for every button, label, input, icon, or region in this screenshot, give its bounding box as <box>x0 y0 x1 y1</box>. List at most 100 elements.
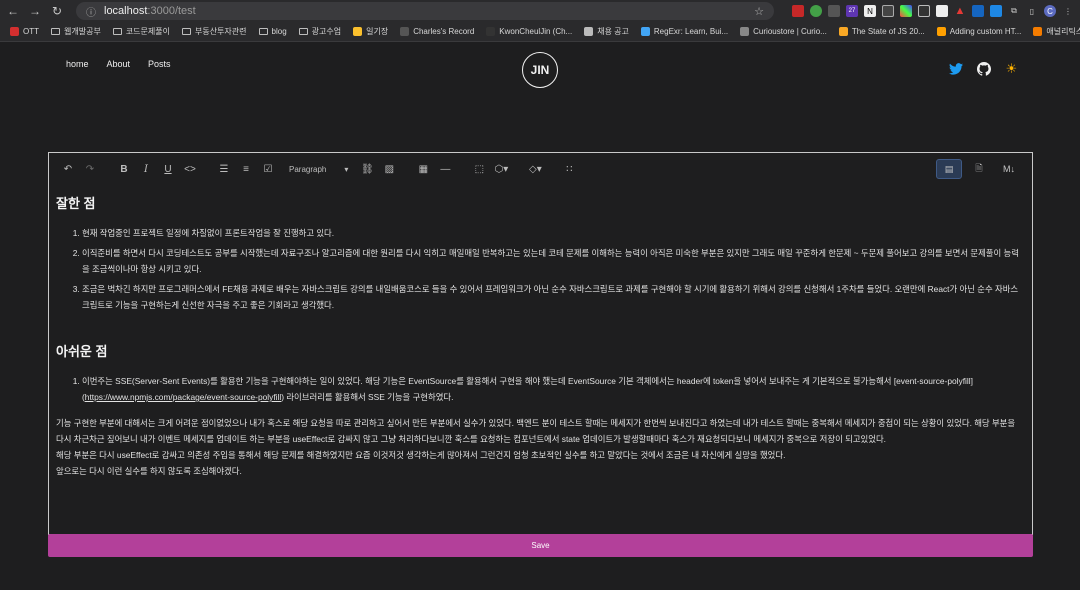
puzzle-icon[interactable]: ⧉ <box>1008 5 1020 17</box>
extensions: 27 N ▲ ⧉ ▯ C ⋮ <box>792 5 1074 17</box>
view-mode-group: ▤ 🗎 M↓ <box>936 159 1022 179</box>
bullet-list-icon[interactable]: ☰ <box>215 159 233 179</box>
bookmark-item[interactable]: 웹개발공부 <box>45 26 107 37</box>
sidebar-icon[interactable]: ▯ <box>1026 5 1038 17</box>
npm-link[interactable]: https://www.npmjs.com/package/event-sour… <box>85 392 281 402</box>
italic-icon[interactable]: I <box>137 159 155 179</box>
github-icon[interactable] <box>976 61 991 76</box>
bookmark-label: 애널리틱스 | 홈 <box>1046 27 1080 36</box>
folder-icon <box>258 28 268 35</box>
bookmark-label: The State of JS 20... <box>851 27 925 36</box>
bold-icon[interactable]: B <box>115 159 133 179</box>
extension-icon[interactable] <box>972 5 984 17</box>
admonition-icon[interactable]: ◇▾ <box>526 159 544 179</box>
address-bar[interactable]: ⓘ localhost:3000/test ☆ <box>76 2 774 20</box>
back-icon[interactable]: ← <box>6 4 20 18</box>
extension-icon[interactable] <box>936 5 948 17</box>
folder-icon <box>51 28 60 35</box>
extension-icon[interactable] <box>828 5 840 17</box>
bookmark-label: OTT <box>23 27 39 36</box>
horizontal-rule-icon[interactable]: — <box>436 159 454 179</box>
extension-badge[interactable]: 27 <box>846 5 858 17</box>
source-mode-button[interactable]: M↓ <box>996 159 1022 179</box>
site-nav: home About Posts <box>66 59 171 69</box>
bookmark-label: Curioustore | Curio... <box>753 27 827 36</box>
site-logo[interactable]: JIN <box>522 52 558 88</box>
nav-about[interactable]: About <box>107 59 131 69</box>
numbered-list-icon[interactable]: ≡ <box>237 159 255 179</box>
code-icon[interactable]: <> <box>181 159 199 179</box>
diff-mode-icon[interactable]: 🗎 <box>966 159 992 179</box>
bookmark-item[interactable]: Curioustore | Curio... <box>734 27 833 36</box>
table-icon[interactable]: ▦ <box>414 159 432 179</box>
block-type-label: Paragraph <box>289 164 327 174</box>
reload-icon[interactable]: ↻ <box>50 4 64 18</box>
nav-home[interactable]: home <box>66 59 89 69</box>
bookmark-label: 광고수업 <box>311 27 342 36</box>
forward-icon[interactable]: → <box>28 4 42 18</box>
redo-icon[interactable]: ↷ <box>81 159 99 179</box>
favicon-icon <box>10 27 19 36</box>
bookmark-star-icon[interactable]: ☆ <box>754 5 764 18</box>
site-page: home About Posts JIN ☀ ↶ ↷ B I U <> ☰ ≡ … <box>0 43 1080 590</box>
bookmark-item[interactable]: Adding custom HT... <box>931 27 1028 36</box>
bookmark-item[interactable]: 일기장 <box>347 26 394 37</box>
sun-icon[interactable]: ☀ <box>1004 61 1019 76</box>
bookmark-label: 부동산투자관련 <box>194 27 247 36</box>
nav-posts[interactable]: Posts <box>148 59 171 69</box>
notion-icon[interactable]: N <box>864 5 876 17</box>
bookmark-item[interactable]: 애널리틱스 | 홈 <box>1027 26 1080 37</box>
editor-content[interactable]: 잘한 점 현재 작업중인 프로젝트 일정에 차질없이 프론트작업을 잘 진행하고… <box>49 185 1032 479</box>
bookmark-item[interactable]: 광고수업 <box>293 26 347 37</box>
bookmark-item[interactable]: RegExr: Learn, Bui... <box>635 27 734 36</box>
warning-icon[interactable]: ▲ <box>954 5 966 17</box>
paragraph: 기능 구현한 부분에 대해서는 크게 어려운 점이없었으나 내가 혹스로 해당 … <box>56 418 1016 444</box>
favicon-icon <box>584 27 594 36</box>
extension-icon[interactable] <box>810 5 822 17</box>
image-icon[interactable]: ▨ <box>380 159 398 179</box>
bookmark-item[interactable]: Charles's Record <box>394 27 480 36</box>
favicon-icon <box>838 27 848 36</box>
paragraph: 해당 부분은 다시 useEffect로 감싸고 의존성 주입을 통해서 해당 … <box>56 450 786 460</box>
folder-icon <box>298 28 308 35</box>
menu-icon[interactable]: ⋮ <box>1062 5 1074 17</box>
list-item-text: ) 라이브러리를 활용해서 SSE 기능을 구현하였다. <box>281 392 454 402</box>
insert-block-icon[interactable]: ⬡▾ <box>492 159 510 179</box>
list-item: 현재 작업중인 프로젝트 일정에 차질없이 프론트작업을 잘 진행하고 있다. <box>82 225 1025 241</box>
favicon-icon <box>486 27 496 36</box>
list-item: 조금은 벅차긴 하지만 프로그래머스에서 FE채용 과제로 배우는 자바스크립트… <box>82 281 1025 313</box>
extension-icon[interactable] <box>882 5 894 17</box>
editor-toolbar: ↶ ↷ B I U <> ☰ ≡ ☑ Paragraph ▾ ⛓ ▨ ▦ — ⬚… <box>49 153 1032 185</box>
extension-icon[interactable] <box>900 5 912 17</box>
bad-list: 이번주는 SSE(Server-Sent Events)를 활용한 기능을 구현… <box>56 373 1025 405</box>
bookmark-item[interactable]: KwonCheulJin (Ch... <box>480 27 578 36</box>
link-icon[interactable]: ⛓ <box>358 159 376 179</box>
bookmark-item[interactable]: 부동산투자관련 <box>176 26 253 37</box>
bookmark-item[interactable]: 코드문제풀이 <box>107 26 176 37</box>
bookmark-item[interactable]: OTT <box>4 27 45 36</box>
folder-icon <box>112 28 122 35</box>
code-block-icon[interactable]: ⬚ <box>470 159 488 179</box>
translate-icon[interactable] <box>990 5 1002 17</box>
block-type-select[interactable]: Paragraph ▾ <box>289 165 348 174</box>
bookmark-item[interactable]: 채용 공고 <box>578 26 635 37</box>
heading-bad: 아쉬운 점 <box>56 344 108 359</box>
rich-text-mode-icon[interactable]: ▤ <box>936 159 962 179</box>
underline-icon[interactable]: U <box>159 159 177 179</box>
heading-good: 잘한 점 <box>56 196 96 211</box>
good-list: 현재 작업중인 프로젝트 일정에 차질없이 프론트작업을 잘 진행하고 있다. … <box>56 225 1025 313</box>
undo-icon[interactable]: ↶ <box>59 159 77 179</box>
bookmark-item[interactable]: The State of JS 20... <box>833 27 931 36</box>
profile-avatar[interactable]: C <box>1044 5 1056 17</box>
extension-icon[interactable] <box>918 5 930 17</box>
bookmark-item[interactable]: blog <box>253 27 293 36</box>
markdown-editor: ↶ ↷ B I U <> ☰ ≡ ☑ Paragraph ▾ ⛓ ▨ ▦ — ⬚… <box>48 152 1033 535</box>
frontmatter-icon[interactable]: ∷ <box>560 159 578 179</box>
twitter-icon[interactable] <box>948 61 963 76</box>
bookmark-label: KwonCheulJin (Ch... <box>499 27 573 36</box>
site-info-icon[interactable]: ⓘ <box>86 4 96 19</box>
extension-icon[interactable] <box>792 5 804 17</box>
save-button[interactable]: Save <box>48 534 1033 557</box>
checklist-icon[interactable]: ☑ <box>259 159 277 179</box>
favicon-icon <box>740 27 750 36</box>
